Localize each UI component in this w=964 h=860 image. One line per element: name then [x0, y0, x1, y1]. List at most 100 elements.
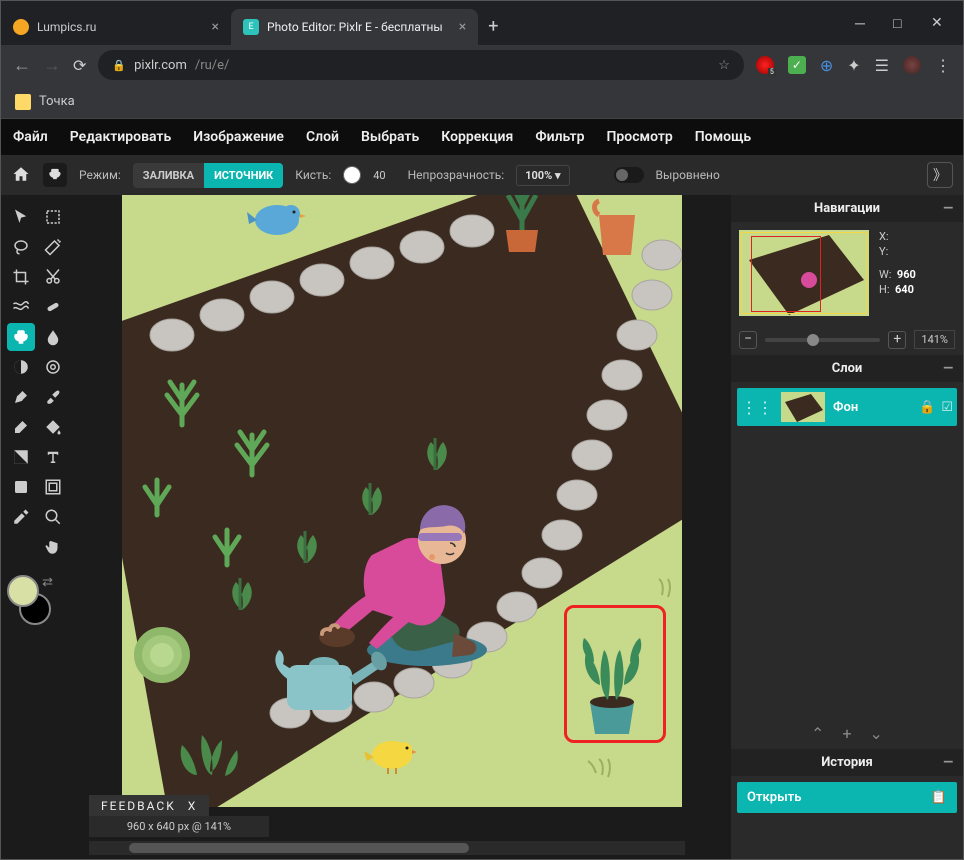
menu-view[interactable]: Просмотр: [606, 129, 672, 145]
lasso-tool[interactable]: [7, 233, 35, 261]
panel-toggle-button[interactable]: 》: [927, 162, 953, 188]
panel-header-navigation[interactable]: Навигации —: [731, 195, 963, 222]
text-tool[interactable]: [39, 443, 67, 471]
wand-tool[interactable]: [39, 233, 67, 261]
collapse-icon[interactable]: —: [943, 755, 953, 770]
extension-icon[interactable]: ✓: [788, 56, 806, 74]
collapse-icon[interactable]: —: [943, 201, 953, 216]
color-swatches[interactable]: ⇄: [7, 575, 57, 625]
zoom-slider[interactable]: [765, 338, 880, 342]
mode-toggle[interactable]: ЗАЛИВКА ИСТОЧНИК: [133, 163, 283, 188]
clipboard-icon: 📋: [931, 790, 947, 805]
eraser-tool[interactable]: [7, 413, 35, 441]
navigator-thumbnail[interactable]: [739, 230, 869, 316]
panel-header-layers[interactable]: Слои —: [731, 355, 963, 382]
new-tab-button[interactable]: +: [478, 8, 508, 45]
frame-tool[interactable]: [39, 473, 67, 501]
menu-select[interactable]: Выбрать: [361, 129, 419, 145]
swap-colors-icon[interactable]: ⇄: [42, 575, 53, 590]
close-icon[interactable]: ×: [459, 19, 466, 35]
menu-file[interactable]: Файл: [13, 129, 48, 145]
sponge-tool[interactable]: [39, 353, 67, 381]
cut-tool[interactable]: [39, 263, 67, 291]
panel-header-history[interactable]: История —: [731, 749, 963, 776]
home-button[interactable]: [11, 165, 31, 186]
layer-name: Фон: [833, 400, 911, 415]
forward-button[interactable]: →: [43, 55, 61, 76]
url-path: /ru/e/: [195, 58, 230, 73]
close-icon[interactable]: ×: [212, 19, 219, 35]
feedback-label: FEEDBACK: [101, 799, 176, 813]
annotation-highlight: [564, 605, 666, 743]
fill-tool[interactable]: [39, 413, 67, 441]
extension-icon[interactable]: 5: [756, 56, 774, 74]
blur-tool[interactable]: [39, 323, 67, 351]
zoom-out-button[interactable]: −: [739, 331, 757, 349]
bookmark-item[interactable]: Точка: [39, 94, 75, 109]
dodge-tool[interactable]: [7, 353, 35, 381]
nav-h-value: 640: [895, 283, 914, 296]
marquee-tool[interactable]: [39, 203, 67, 231]
menu-image[interactable]: Изображение: [193, 129, 284, 145]
drag-handle-icon[interactable]: ⋮⋮: [741, 398, 773, 417]
menu-adjust[interactable]: Коррекция: [441, 129, 513, 145]
pen-tool[interactable]: [7, 383, 35, 411]
shape-tool[interactable]: [7, 473, 35, 501]
heal-tool[interactable]: [39, 293, 67, 321]
url-host: pixlr.com: [134, 58, 187, 73]
opacity-value[interactable]: 100% ▾: [516, 165, 569, 186]
foreground-color[interactable]: [7, 575, 39, 607]
nav-w-label: W:: [879, 268, 891, 281]
browser-tab[interactable]: Lumpics.ru ×: [1, 9, 231, 45]
feedback-widget[interactable]: FEEDBACK X: [89, 795, 209, 817]
back-button[interactable]: ←: [13, 55, 31, 76]
lock-icon[interactable]: 🔒: [919, 400, 935, 415]
zoom-in-button[interactable]: +: [888, 331, 906, 349]
profile-avatar[interactable]: [903, 56, 921, 74]
url-field[interactable]: 🔒 pixlr.com/ru/e/ ☆: [98, 50, 743, 80]
mode-source[interactable]: ИСТОЧНИК: [204, 163, 283, 188]
hand-tool[interactable]: [39, 533, 67, 561]
extension-icon[interactable]: ⊕: [820, 56, 833, 75]
feedback-close[interactable]: X: [188, 799, 198, 813]
eyedropper-tool[interactable]: [7, 503, 35, 531]
brush-tool[interactable]: [39, 383, 67, 411]
minimize-button[interactable]: ─: [855, 15, 867, 32]
nav-h-label: H:: [879, 283, 890, 296]
browser-tab[interactable]: E Photo Editor: Pixlr E - бесплатны ×: [231, 9, 478, 45]
collapse-icon[interactable]: —: [943, 361, 953, 376]
clone-tool[interactable]: [7, 323, 35, 351]
horizontal-scrollbar[interactable]: [89, 841, 685, 855]
extensions-button[interactable]: ✦: [847, 56, 860, 75]
menu-layer[interactable]: Слой: [306, 129, 339, 145]
canvas[interactable]: [122, 195, 682, 807]
layer-up-button[interactable]: ⌃: [811, 724, 824, 743]
gradient-tool[interactable]: [7, 443, 35, 471]
close-button[interactable]: ✕: [931, 15, 943, 31]
reload-button[interactable]: ⟳: [73, 56, 86, 75]
mode-label: Режим:: [79, 168, 121, 182]
status-bar: 960 x 640 px @ 141%: [89, 816, 269, 837]
crop-tool[interactable]: [7, 263, 35, 291]
bookmarks-bar: Точка: [1, 85, 963, 119]
tab-favicon: [13, 19, 29, 35]
zoom-tool[interactable]: [39, 503, 67, 531]
menu-button[interactable]: ⋮: [935, 56, 951, 75]
reading-list-icon[interactable]: ☰: [875, 56, 889, 75]
menu-help[interactable]: Помощь: [695, 129, 751, 145]
maximize-button[interactable]: □: [893, 15, 905, 32]
layer-down-button[interactable]: ⌄: [870, 724, 883, 743]
visibility-icon[interactable]: ☑: [941, 400, 953, 415]
zoom-value[interactable]: 141%: [914, 330, 955, 349]
menu-edit[interactable]: Редактировать: [70, 129, 171, 145]
star-icon[interactable]: ☆: [718, 58, 730, 73]
liquify-tool[interactable]: [7, 293, 35, 321]
mode-fill[interactable]: ЗАЛИВКА: [133, 163, 204, 188]
menu-filter[interactable]: Фильтр: [535, 129, 584, 145]
aligned-switch[interactable]: [614, 167, 644, 183]
history-item[interactable]: Открыть 📋: [737, 782, 957, 813]
add-layer-button[interactable]: +: [842, 724, 851, 743]
arrow-tool[interactable]: [7, 203, 35, 231]
layer-item[interactable]: ⋮⋮ Фон 🔒 ☑: [737, 388, 957, 426]
brush-preview[interactable]: [343, 166, 361, 184]
